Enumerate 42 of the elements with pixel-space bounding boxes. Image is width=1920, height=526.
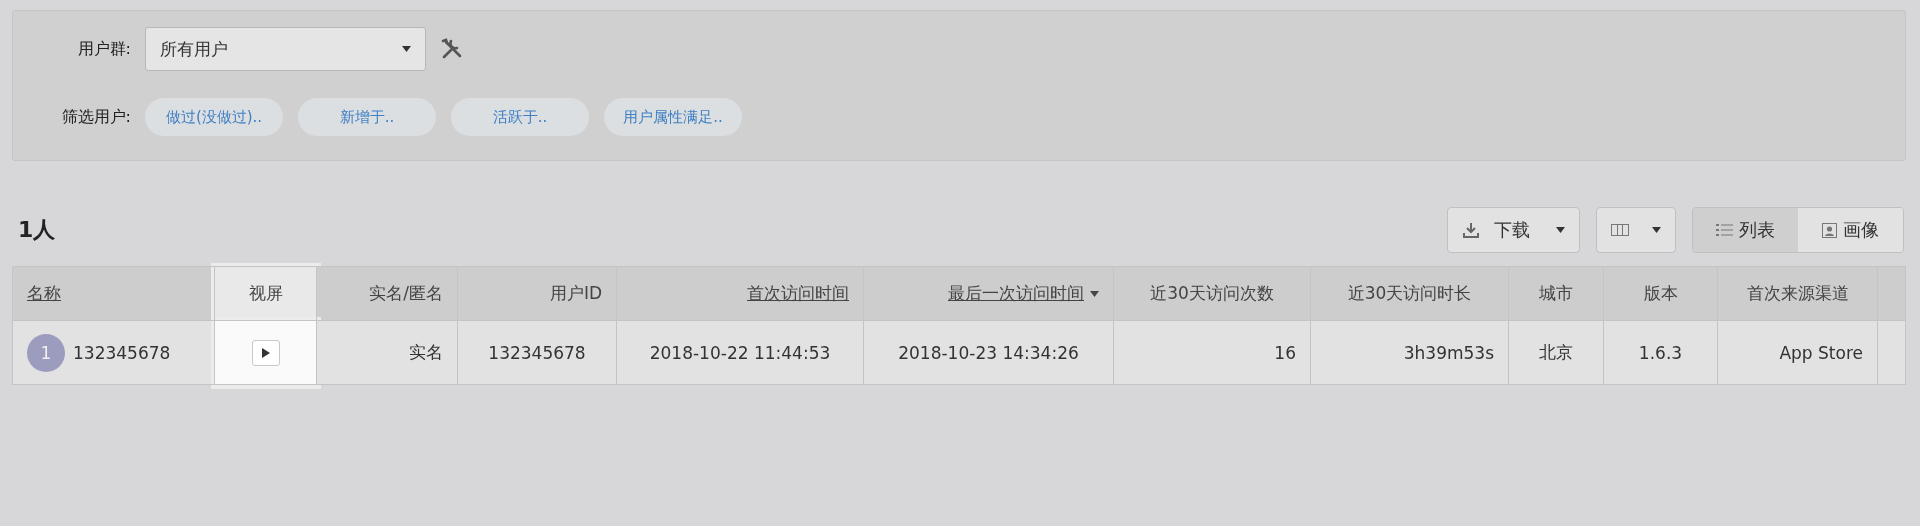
download-icon	[1462, 221, 1480, 239]
column-header: 实名/匿名	[369, 282, 443, 305]
sort-desc-icon	[1090, 290, 1099, 297]
filter-button[interactable]: 做过(没做过)..	[145, 98, 283, 136]
table-cell: 1.6.3	[1638, 342, 1683, 363]
caret-icon	[1652, 227, 1661, 233]
table-cell: App Store	[1779, 342, 1863, 363]
view-tab[interactable]: 画像	[1798, 208, 1903, 252]
table-cell: 16	[1274, 342, 1296, 363]
column-header: 视屏	[248, 282, 283, 305]
sort-link[interactable]: 首次访问时间	[747, 282, 849, 305]
sort-link[interactable]: 名称	[27, 282, 61, 305]
download-button[interactable]: 下载	[1447, 207, 1580, 253]
column-header: 首次来源渠道	[1746, 282, 1849, 305]
portrait-icon	[1822, 222, 1837, 238]
filter-label: 筛选用户:	[60, 106, 131, 128]
play-button[interactable]	[251, 339, 280, 366]
table-cell: 132345678	[488, 342, 586, 363]
filter-button[interactable]: 新增于..	[298, 98, 436, 136]
table-cell: 2018-10-22 11:44:53	[649, 342, 831, 363]
column-header: 用户ID	[549, 282, 602, 305]
user-group-select[interactable]: 所有用户	[145, 27, 426, 71]
columns-button[interactable]	[1596, 207, 1676, 253]
play-icon	[261, 347, 270, 358]
table-cell: 3h39m53s	[1403, 342, 1494, 363]
column-header: 近30天访问次数	[1150, 282, 1274, 305]
caret-icon	[402, 46, 411, 52]
wrench-icon[interactable]	[440, 37, 464, 61]
column-header: 版本	[1643, 282, 1678, 305]
table-cell: 2018-10-23 14:34:26	[898, 342, 1079, 363]
columns-icon	[1611, 224, 1629, 236]
view-tab[interactable]: 列表	[1693, 208, 1798, 252]
table-cell: 实名	[409, 342, 443, 362]
user-name: 132345678	[73, 342, 171, 363]
group-label: 用户群:	[76, 38, 131, 60]
column-header: 近30天访问时长	[1347, 282, 1472, 305]
caret-icon	[1556, 227, 1565, 233]
column-header: 城市	[1539, 282, 1573, 305]
avatar: 1	[27, 333, 65, 372]
table-cell: 北京	[1539, 342, 1573, 362]
result-count: 1人	[17, 216, 56, 244]
list-icon	[1716, 223, 1733, 237]
